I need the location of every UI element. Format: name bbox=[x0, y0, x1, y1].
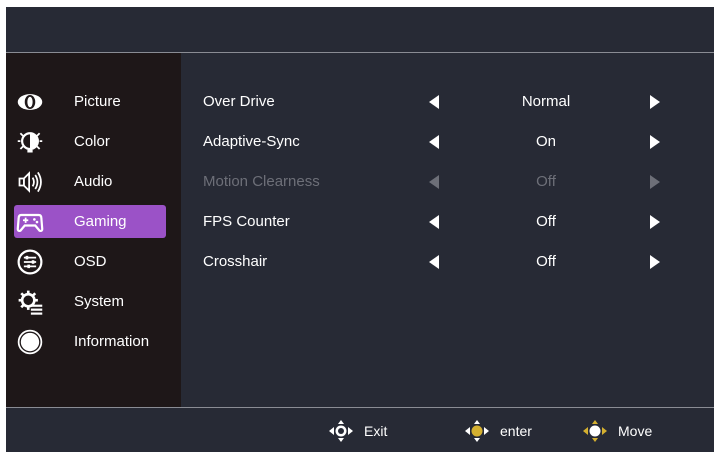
setting-row-adaptive-sync[interactable]: Adaptive-Sync On bbox=[181, 127, 714, 157]
joystick-exit-icon bbox=[329, 420, 353, 442]
arrow-left-icon[interactable] bbox=[429, 255, 439, 269]
sidebar-item-label: Audio bbox=[74, 173, 113, 190]
setting-label: Motion Clearness bbox=[203, 173, 320, 190]
setting-label: Adaptive-Sync bbox=[203, 133, 300, 150]
sidebar-item-label: Gaming bbox=[74, 213, 127, 230]
arrow-right-icon[interactable] bbox=[650, 215, 660, 229]
setting-label: FPS Counter bbox=[203, 213, 290, 230]
sidebar-item-osd[interactable]: OSD bbox=[14, 245, 166, 278]
sidebar-item-label: System bbox=[74, 293, 125, 310]
hint-label: Exit bbox=[364, 423, 388, 439]
sidebar-item-system[interactable]: System bbox=[14, 285, 166, 318]
sidebar-item-picture[interactable]: Picture bbox=[14, 85, 166, 118]
arrow-left-icon[interactable] bbox=[429, 95, 439, 109]
sidebar-item-label: Information bbox=[74, 333, 150, 350]
setting-value: Off bbox=[536, 213, 556, 230]
arrow-left-icon bbox=[429, 175, 439, 189]
osd-sliders-icon bbox=[14, 246, 46, 278]
hint-exit: Exit bbox=[326, 420, 387, 442]
top-bar bbox=[6, 7, 714, 53]
color-bulb-icon bbox=[14, 126, 46, 158]
joystick-move-icon bbox=[583, 420, 607, 442]
osd-menu: Picture Color Audio Gaming OSD System In… bbox=[6, 7, 714, 452]
setting-value: On bbox=[535, 133, 556, 150]
setting-value: Off bbox=[536, 253, 556, 270]
sidebar-item-information[interactable]: Information bbox=[14, 325, 166, 358]
setting-label: Crosshair bbox=[203, 253, 268, 270]
settings-panel: Over Drive Normal Adaptive-Sync On Motio… bbox=[181, 53, 714, 407]
arrow-right-icon[interactable] bbox=[650, 135, 660, 149]
sidebar-item-label: OSD bbox=[74, 253, 107, 270]
setting-row-over-drive[interactable]: Over Drive Normal bbox=[181, 87, 714, 117]
sidebar-item-label: Picture bbox=[74, 93, 121, 110]
eye-icon bbox=[14, 86, 46, 118]
joystick-enter-icon bbox=[465, 420, 489, 442]
system-gear-icon bbox=[14, 286, 46, 318]
hint-enter: enter bbox=[462, 420, 532, 442]
setting-label: Over Drive bbox=[203, 93, 275, 110]
sidebar-item-gaming[interactable]: Gaming bbox=[14, 205, 166, 238]
setting-value: Off bbox=[536, 173, 556, 190]
arrow-right-icon[interactable] bbox=[650, 95, 660, 109]
setting-row-motion-clearness: Motion Clearness Off bbox=[181, 167, 714, 197]
setting-row-fps-counter[interactable]: FPS Counter Off bbox=[181, 207, 714, 237]
speaker-icon bbox=[14, 166, 46, 198]
setting-value: Normal bbox=[521, 93, 571, 110]
footer-hints: Exit enter Move bbox=[6, 407, 714, 452]
hint-move: Move bbox=[580, 420, 652, 442]
sidebar-item-color[interactable]: Color bbox=[14, 125, 166, 158]
info-circle-icon bbox=[14, 326, 46, 358]
setting-row-crosshair[interactable]: Crosshair Off bbox=[181, 247, 714, 277]
hint-label: enter bbox=[500, 423, 532, 439]
arrow-right-icon bbox=[650, 175, 660, 189]
hint-label: Move bbox=[618, 423, 653, 439]
sidebar-item-audio[interactable]: Audio bbox=[14, 165, 166, 198]
sidebar: Picture Color Audio Gaming OSD System In… bbox=[6, 53, 181, 407]
arrow-right-icon[interactable] bbox=[650, 255, 660, 269]
arrow-left-icon[interactable] bbox=[429, 215, 439, 229]
sidebar-item-label: Color bbox=[74, 133, 110, 150]
gamepad-icon bbox=[14, 206, 46, 238]
arrow-left-icon[interactable] bbox=[429, 135, 439, 149]
